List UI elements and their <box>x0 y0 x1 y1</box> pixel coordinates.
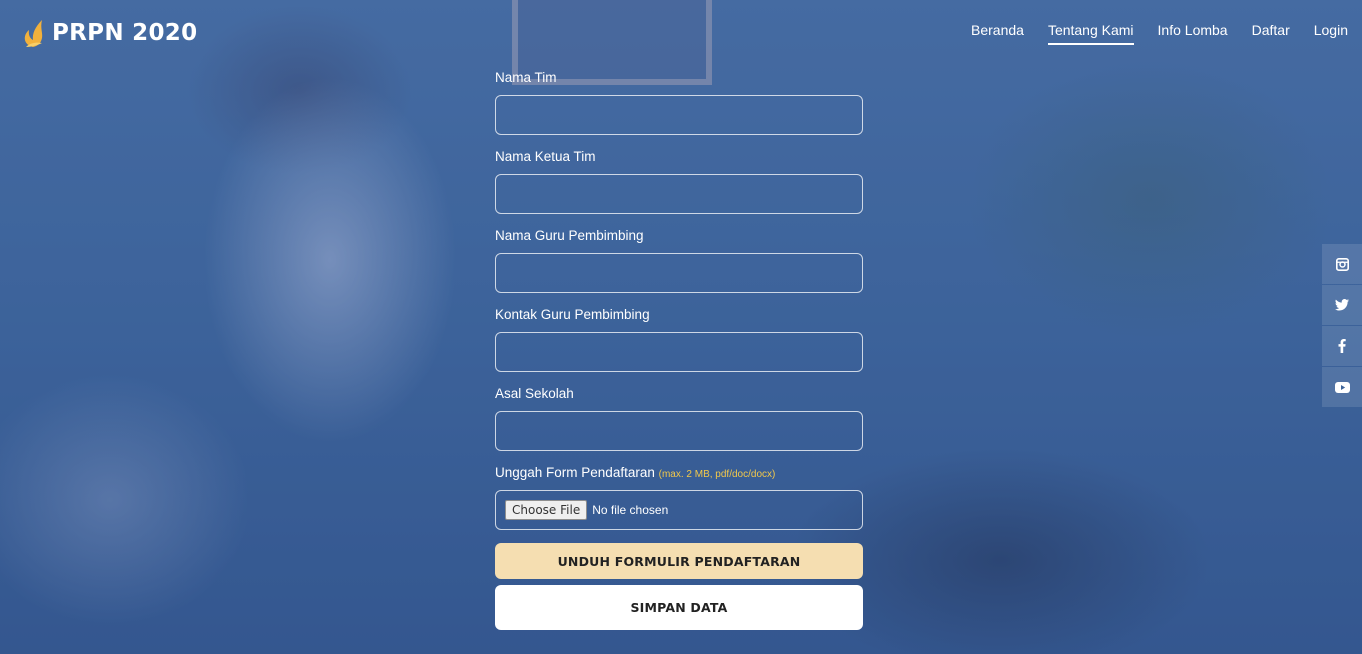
team-leader-input[interactable] <box>495 174 863 214</box>
school-input[interactable] <box>495 411 863 451</box>
download-form-button[interactable]: UNDUH FORMULIR PENDAFTARAN <box>495 543 863 579</box>
nav-item-beranda[interactable]: Beranda <box>971 22 1024 45</box>
school-label: Asal Sekolah <box>495 386 574 401</box>
file-upload-field[interactable]: Choose File No file chosen <box>495 490 863 530</box>
teacher-name-input[interactable] <box>495 253 863 293</box>
flame-leaf-icon <box>24 20 43 47</box>
twitter-icon <box>1335 299 1349 311</box>
brand-logo[interactable]: PRPN 2020 <box>20 18 197 48</box>
nav-item-daftar[interactable]: Daftar <box>1252 22 1290 45</box>
main-nav: Beranda Tentang Kami Info Lomba Daftar L… <box>971 22 1348 45</box>
facebook-icon <box>1338 339 1346 353</box>
facebook-link[interactable] <box>1322 326 1362 366</box>
nav-item-info-lomba[interactable]: Info Lomba <box>1158 22 1228 45</box>
file-status: No file chosen <box>592 503 669 517</box>
save-data-button[interactable]: SIMPAN DATA <box>495 585 863 630</box>
brand-name: PRPN 2020 <box>52 20 198 46</box>
site-header: PRPN 2020 Beranda Tentang Kami Info Lomb… <box>0 0 1362 66</box>
registration-form: Nama Tim Nama Ketua Tim Nama Guru Pembim… <box>495 70 863 630</box>
youtube-icon <box>1334 381 1350 393</box>
upload-label-row: Unggah Form Pendaftaran (max. 2 MB, pdf/… <box>495 465 863 490</box>
team-name-label: Nama Tim <box>495 70 557 85</box>
twitter-link[interactable] <box>1322 285 1362 325</box>
instagram-link[interactable] <box>1322 244 1362 284</box>
nav-item-login[interactable]: Login <box>1314 22 1348 45</box>
choose-file-button[interactable]: Choose File <box>505 500 588 520</box>
youtube-link[interactable] <box>1322 367 1362 407</box>
nav-item-tentang-kami[interactable]: Tentang Kami <box>1047 22 1134 45</box>
teacher-name-label: Nama Guru Pembimbing <box>495 228 644 243</box>
teacher-contact-label: Kontak Guru Pembimbing <box>495 307 650 322</box>
team-leader-label: Nama Ketua Tim <box>495 149 596 164</box>
social-sidebar <box>1322 244 1362 408</box>
teacher-contact-input[interactable] <box>495 332 863 372</box>
instagram-icon <box>1335 257 1349 271</box>
team-name-input[interactable] <box>495 95 863 135</box>
upload-label: Unggah Form Pendaftaran <box>495 465 655 480</box>
upload-hint: (max. 2 MB, pdf/doc/docx) <box>658 469 776 480</box>
